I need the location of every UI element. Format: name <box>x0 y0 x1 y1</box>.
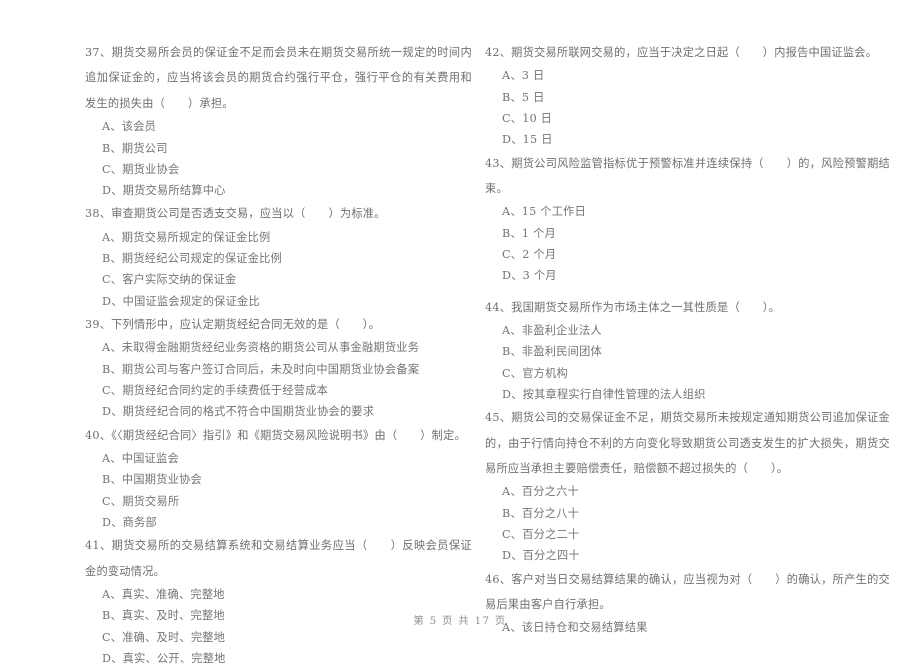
option-c[interactable]: C、期货交易所 <box>85 491 472 512</box>
question-stem: 39、下列情形中，应认定期货经纪合同无效的是（ ）。 <box>85 318 381 331</box>
option-b[interactable]: B、非盈利民间团体 <box>485 341 890 362</box>
option-c[interactable]: C、2 个月 <box>485 244 890 265</box>
option-a[interactable]: A、15 个工作日 <box>485 201 890 222</box>
question-stem: 40、《〈期货经纪合同〉指引》和《期货交易风险说明书》由（ ）制定。 <box>85 428 466 442</box>
option-c[interactable]: C、期货经纪合同约定的手续费低于经营成本 <box>85 380 472 401</box>
option-a[interactable]: A、百分之六十 <box>485 481 890 502</box>
option-d[interactable]: D、期货经纪合同的格式不符合中国期货业协会的要求 <box>85 401 472 422</box>
option-c[interactable]: C、期货业协会 <box>85 159 472 180</box>
option-b[interactable]: B、期货公司与客户签订合同后，未及时向中国期货业协会备案 <box>85 359 472 380</box>
option-d[interactable]: D、按其章程实行自律性管理的法人组织 <box>485 384 890 405</box>
exam-page: 37、期货交易所会员的保证金不足而会员未在期货交易所统一规定的时间内追加保证金的… <box>0 0 920 665</box>
question-stem: 43、期货公司风险监管指标优于预警标准并连续保持（ ）的，风险预警期结束。 <box>485 156 890 195</box>
question-41: 41、期货交易所的交易结算系统和交易结算业务应当（ ）反映会员保证金的变动情况。… <box>85 533 472 669</box>
question-37: 37、期货交易所会员的保证金不足而会员未在期货交易所统一规定的时间内追加保证金的… <box>85 40 472 201</box>
option-b[interactable]: B、5 日 <box>485 87 890 108</box>
option-a[interactable]: A、该会员 <box>85 116 472 137</box>
two-column-body: 37、期货交易所会员的保证金不足而会员未在期货交易所统一规定的时间内追加保证金的… <box>0 40 920 669</box>
option-d[interactable]: D、商务部 <box>85 512 472 533</box>
option-list: A、百分之六十 B、百分之八十 C、百分之二十 D、百分之四十 <box>485 481 890 566</box>
option-list: A、3 日 B、5 日 C、10 日 D、15 日 <box>485 65 890 150</box>
question-stem: 42、期货交易所联网交易的，应当于决定之日起（ ）内报告中国证监会。 <box>485 46 878 59</box>
option-list: A、15 个工作日 B、1 个月 C、2 个月 D、3 个月 <box>485 201 890 286</box>
option-d[interactable]: D、中国证监会规定的保证金比 <box>85 291 472 312</box>
option-list: A、非盈利企业法人 B、非盈利民间团体 C、官方机构 D、按其章程实行自律性管理… <box>485 320 890 405</box>
question-stem: 37、期货交易所会员的保证金不足而会员未在期货交易所统一规定的时间内追加保证金的… <box>85 46 472 110</box>
left-column: 37、期货交易所会员的保证金不足而会员未在期货交易所统一规定的时间内追加保证金的… <box>0 40 480 669</box>
option-a[interactable]: A、真实、准确、完整地 <box>85 584 472 605</box>
question-38: 38、审查期货公司是否透支交易，应当以（ ）为标准。 A、期货交易所规定的保证金… <box>85 201 472 312</box>
option-b[interactable]: B、百分之八十 <box>485 503 890 524</box>
question-44: 44、我国期货交易所作为市场主体之一其性质是（ ）。 A、非盈利企业法人 B、非… <box>485 295 890 406</box>
option-c[interactable]: C、官方机构 <box>485 363 890 384</box>
option-a[interactable]: A、非盈利企业法人 <box>485 320 890 341</box>
option-list: A、该会员 B、期货公司 C、期货业协会 D、期货交易所结算中心 <box>85 116 472 201</box>
option-b[interactable]: B、1 个月 <box>485 223 890 244</box>
page-footer: 第 5 页 共 17 页 <box>413 616 507 627</box>
question-stem: 46、客户对当日交易结算结果的确认，应当视为对（ ）的确认，所产生的交易后果由客… <box>485 572 890 611</box>
option-b[interactable]: B、期货经纪公司规定的保证金比例 <box>85 248 472 269</box>
question-stem: 38、审查期货公司是否透支交易，应当以（ ）为标准。 <box>85 207 386 221</box>
option-list: A、未取得金融期货经纪业务资格的期货公司从事金融期货业务 B、期货公司与客户签订… <box>85 337 472 422</box>
option-b[interactable]: B、中国期货业协会 <box>85 469 472 490</box>
option-a[interactable]: A、3 日 <box>485 65 890 86</box>
question-stem: 41、期货交易所的交易结算系统和交易结算业务应当（ ）反映会员保证金的变动情况。 <box>85 539 472 578</box>
option-d[interactable]: D、15 日 <box>485 129 890 150</box>
question-43: 43、期货公司风险监管指标优于预警标准并连续保持（ ）的，风险预警期结束。 A、… <box>485 151 890 295</box>
option-list: A、中国证监会 B、中国期货业协会 C、期货交易所 D、商务部 <box>85 448 472 533</box>
option-c[interactable]: C、百分之二十 <box>485 524 890 545</box>
option-c[interactable]: C、10 日 <box>485 108 890 129</box>
question-42: 42、期货交易所联网交易的，应当于决定之日起（ ）内报告中国证监会。 A、3 日… <box>485 40 890 151</box>
option-d[interactable]: D、3 个月 <box>485 265 890 286</box>
question-40: 40、《〈期货经纪合同〉指引》和《期货交易风险说明书》由（ ）制定。 A、中国证… <box>85 423 472 534</box>
option-a[interactable]: A、中国证监会 <box>85 448 472 469</box>
right-column: 42、期货交易所联网交易的，应当于决定之日起（ ）内报告中国证监会。 A、3 日… <box>480 40 920 639</box>
option-d[interactable]: D、期货交易所结算中心 <box>85 180 472 201</box>
option-a[interactable]: A、未取得金融期货经纪业务资格的期货公司从事金融期货业务 <box>85 337 472 358</box>
question-stem: 44、我国期货交易所作为市场主体之一其性质是（ ）。 <box>485 300 781 314</box>
question-39: 39、下列情形中，应认定期货经纪合同无效的是（ ）。 A、未取得金融期货经纪业务… <box>85 312 472 423</box>
option-a[interactable]: A、期货交易所规定的保证金比例 <box>85 227 472 248</box>
option-d[interactable]: D、百分之四十 <box>485 545 890 566</box>
option-c[interactable]: C、准确、及时、完整地 <box>85 627 472 648</box>
question-stem: 45、期货公司的交易保证金不足，期货交易所未按规定通知期货公司追加保证金的，由于… <box>485 411 890 475</box>
option-list: A、期货交易所规定的保证金比例 B、期货经纪公司规定的保证金比例 C、客户实际交… <box>85 227 472 312</box>
option-b[interactable]: B、期货公司 <box>85 138 472 159</box>
question-46: 46、客户对当日交易结算结果的确认，应当视为对（ ）的确认，所产生的交易后果由客… <box>485 567 890 639</box>
question-45: 45、期货公司的交易保证金不足，期货交易所未按规定通知期货公司追加保证金的，由于… <box>485 405 890 566</box>
option-c[interactable]: C、客户实际交纳的保证金 <box>85 269 472 290</box>
option-d[interactable]: D、真实、公开、完整地 <box>85 648 472 669</box>
